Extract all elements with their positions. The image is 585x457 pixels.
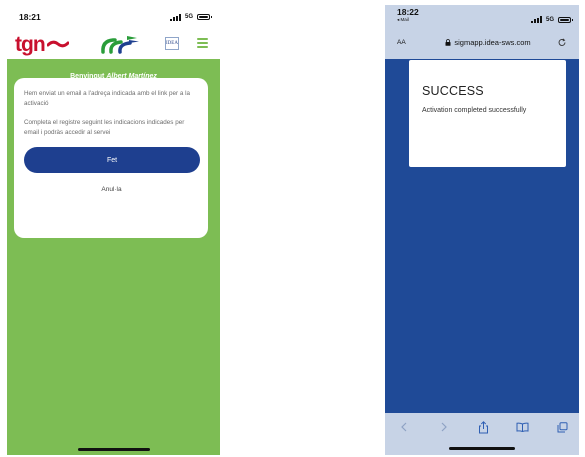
back-to-mail-link[interactable]: ◂ Mail <box>397 17 419 23</box>
tabs-icon[interactable] <box>553 418 571 436</box>
idea-logo: IDEA <box>165 37 179 50</box>
home-indicator[interactable] <box>77 448 150 451</box>
activation-success-screen: 18:22 ◂ Mail 5G AA sigmapp.idea-sws.com <box>385 5 579 455</box>
tgn-logo: tgn <box>15 34 69 55</box>
address-bar[interactable]: AA sigmapp.idea-sws.com <box>391 32 573 52</box>
back-icon[interactable] <box>395 418 413 436</box>
forward-icon[interactable] <box>435 418 453 436</box>
cancel-link[interactable]: Anul·la <box>24 186 199 193</box>
status-time: 18:22 <box>397 7 419 17</box>
signal-group: 5G <box>530 10 573 29</box>
hamburger-menu-icon[interactable] <box>197 38 208 48</box>
status-time-group: 18:22 ◂ Mail <box>397 8 419 29</box>
bookmarks-icon[interactable] <box>514 418 532 436</box>
url-text: sigmapp.idea-sws.com <box>454 37 531 47</box>
battery-icon <box>197 14 212 20</box>
browser-toolbar <box>385 413 579 455</box>
fcc-logo <box>101 36 139 54</box>
status-bar: 18:22 ◂ Mail 5G <box>385 5 579 29</box>
success-dialog: SUCCESS Activation completed successfull… <box>409 60 566 167</box>
share-icon[interactable] <box>474 418 492 436</box>
success-title: SUCCESS <box>422 84 484 98</box>
url-display[interactable]: sigmapp.idea-sws.com <box>419 38 557 47</box>
tgn-wave-icon <box>46 40 69 48</box>
toolbar-buttons <box>385 413 579 441</box>
done-button[interactable]: Fet <box>24 147 200 173</box>
signal-icon <box>169 13 181 21</box>
status-time: 18:21 <box>19 12 41 22</box>
tgn-logo-text: tgn <box>15 32 46 56</box>
registration-screen: 18:21 5G tgn IDEA Benvingut Albert Martí… <box>7 5 220 455</box>
activation-info-card: Hem enviat un email a l'adreça indicada … <box>14 78 208 238</box>
text-size-button[interactable]: AA <box>397 39 419 46</box>
home-indicator[interactable] <box>449 447 515 450</box>
screenshot-stage: 18:21 5G tgn IDEA Benvingut Albert Martí… <box>0 0 585 457</box>
reload-icon[interactable] <box>557 37 567 47</box>
signal-group: 5G <box>169 13 212 21</box>
battery-icon <box>558 16 573 23</box>
email-sent-text: Hem enviat un email a l'adreça indicada … <box>24 90 191 107</box>
network-type: 5G <box>184 14 193 20</box>
lock-icon <box>445 38 451 46</box>
complete-registration-text: Completa el registre seguint les indicac… <box>24 119 185 136</box>
signal-icon <box>530 16 542 23</box>
app-header: tgn IDEA <box>7 29 220 59</box>
browser-chrome-top: 18:22 ◂ Mail 5G AA sigmapp.idea-sws.com <box>385 5 579 59</box>
success-message: Activation completed successfully <box>422 107 527 114</box>
network-type: 5G <box>545 16 554 23</box>
status-bar: 18:21 5G <box>7 5 220 29</box>
